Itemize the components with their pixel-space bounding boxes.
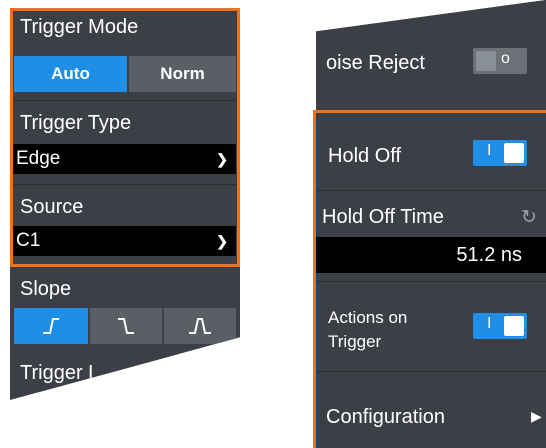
slope-label: Slope	[10, 270, 240, 308]
mode-norm-label: Norm	[160, 64, 205, 83]
source-label: Source	[10, 188, 240, 226]
trigger-type-value: Edge	[16, 148, 61, 169]
slope-either-button[interactable]	[164, 308, 236, 344]
toggle-knob	[476, 51, 496, 71]
either-edge-icon	[189, 318, 211, 334]
chevron-down-icon: ❯	[216, 151, 228, 167]
trigger-settings-panel: Trigger Mode Auto Norm Trigger Type Edge…	[10, 8, 240, 400]
slope-rising-button[interactable]	[14, 308, 88, 344]
noise-reject-row[interactable]: oise Reject o	[316, 0, 546, 104]
mode-auto-button[interactable]: Auto	[14, 56, 127, 92]
chevron-down-icon: ❯	[216, 233, 228, 249]
source-select[interactable]: C1 ❯	[10, 226, 236, 256]
trigger-mode-label: Trigger Mode	[10, 8, 240, 46]
noise-reject-label: oise Reject	[326, 52, 425, 74]
noise-reject-toggle[interactable]: o	[473, 48, 527, 74]
highlight-frame	[313, 110, 546, 448]
divider	[10, 100, 240, 101]
trigger-type-label: Trigger Type	[10, 104, 240, 142]
slope-falling-button[interactable]	[90, 308, 162, 344]
mode-norm-button[interactable]: Norm	[129, 56, 236, 92]
divider	[10, 184, 240, 185]
mode-auto-label: Auto	[51, 64, 90, 83]
trigger-level-label: Trigger L	[10, 354, 240, 392]
trigger-type-select[interactable]: Edge ❯	[10, 144, 236, 174]
toggle-off-icon: o	[501, 50, 510, 67]
falling-edge-icon	[118, 318, 134, 334]
rising-edge-icon	[43, 318, 59, 334]
source-value: C1	[16, 230, 41, 251]
